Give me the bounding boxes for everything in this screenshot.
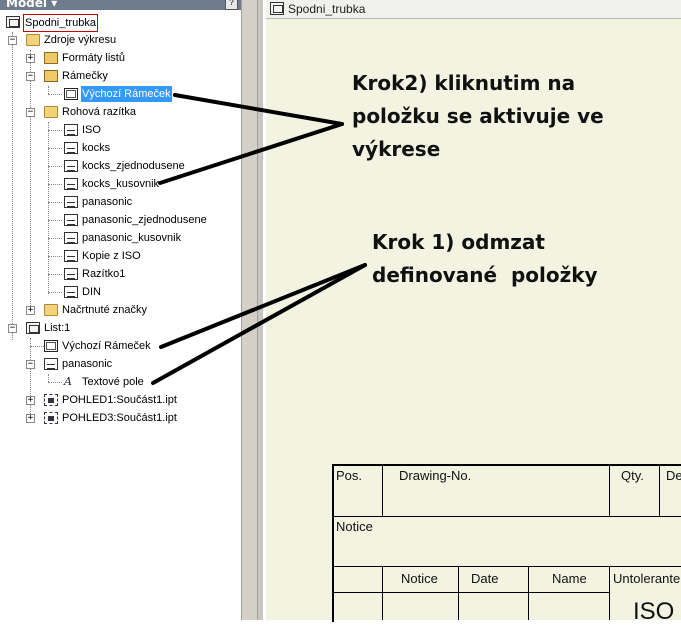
- tree-line: [48, 130, 62, 131]
- tree-root-label: Spodni_trubka: [23, 14, 98, 32]
- collapse-icon[interactable]: −: [26, 72, 35, 81]
- tree-line: [48, 292, 62, 293]
- window-border: [258, 0, 263, 620]
- title-block-line: [458, 566, 459, 620]
- pos-label: Pos.: [336, 468, 363, 483]
- name-column-label: Name: [552, 571, 587, 586]
- title-block-line: [332, 592, 610, 593]
- tree-line: [48, 238, 62, 239]
- drawing-no-label: Drawing-No.: [399, 468, 472, 483]
- title-block-line: [332, 516, 681, 517]
- tree-line: [30, 338, 31, 420]
- step1-annotation: Krok 1) odmzat definované položky: [372, 226, 598, 292]
- folder-icon: [44, 52, 58, 64]
- sheet-icon: [26, 322, 40, 334]
- title-block-line: [332, 566, 681, 567]
- title-block-icon: [64, 286, 78, 298]
- title-block-icon: [64, 214, 78, 226]
- collapse-icon[interactable]: −: [8, 36, 17, 45]
- notice-label: Notice: [336, 519, 373, 534]
- expand-icon[interactable]: +: [26, 306, 35, 315]
- panel-splitter[interactable]: [241, 0, 258, 620]
- document-title: Spodni_trubka: [288, 2, 366, 16]
- step2-annotation: Krok2) kliknutim na položku se aktivuje …: [352, 67, 604, 166]
- qty-label: Qty.: [621, 468, 644, 483]
- collapse-icon[interactable]: −: [8, 324, 17, 333]
- title-block-line: [528, 566, 529, 620]
- step2-line: položku se aktivuje ve: [352, 104, 604, 128]
- drawing-view-icon: [44, 412, 58, 424]
- expand-icon[interactable]: +: [26, 54, 35, 63]
- notice-column-label: Notice: [401, 571, 438, 586]
- expand-icon[interactable]: +: [26, 396, 35, 405]
- tree-line: [48, 148, 62, 149]
- title-block-icon: [64, 142, 78, 154]
- collapse-icon[interactable]: −: [26, 108, 35, 117]
- tree-line: [48, 220, 62, 221]
- collapse-icon[interactable]: −: [26, 360, 35, 369]
- model-dropdown[interactable]: Model ▾: [6, 0, 57, 10]
- expand-icon[interactable]: +: [26, 414, 35, 423]
- folder-icon: [26, 34, 40, 46]
- text-field-icon: A: [64, 375, 72, 388]
- title-block-icon: [44, 358, 58, 370]
- title-block-frame: [332, 464, 681, 622]
- tree-line: [48, 94, 62, 95]
- title-block-line: [609, 464, 610, 516]
- drawing-icon: [6, 16, 20, 28]
- title-block-line: [382, 464, 383, 516]
- description-label: De: [666, 468, 681, 483]
- title-block-line: [382, 566, 383, 620]
- date-column-label: Date: [471, 571, 499, 586]
- tree-line: [30, 346, 44, 347]
- tree-line: [12, 32, 13, 340]
- model-browser-tree: Spodni_trubka − Zdroje výkresu + Formáty…: [0, 10, 241, 620]
- title-block-icon: [64, 160, 78, 172]
- tree-line: [48, 256, 62, 257]
- iso-label: ISO: [633, 598, 675, 625]
- border-icon: [44, 340, 58, 352]
- title-block-icon: [64, 196, 78, 208]
- tree-line: [48, 86, 49, 94]
- title-block-line: [609, 566, 610, 620]
- title-block-icon: [64, 250, 78, 262]
- tree-line: [48, 374, 49, 382]
- tree-line: [48, 202, 62, 203]
- folder-icon: [44, 304, 58, 316]
- step1-line: definované položky: [372, 263, 598, 287]
- help-icon[interactable]: ?: [225, 0, 238, 10]
- title-block-line: [659, 464, 660, 516]
- title-block-icon: [64, 232, 78, 244]
- step2-line: Krok2) kliknutim na: [352, 71, 576, 95]
- drawing-view-icon: [44, 394, 58, 406]
- untolerated-label: Untolerante: [613, 571, 681, 586]
- title-block-icon: [64, 178, 78, 190]
- browser-header: Model ▾ ?: [0, 0, 242, 10]
- tree-line: [48, 274, 62, 275]
- step1-line: Krok 1) odmzat: [372, 230, 545, 254]
- folder-icon: [44, 70, 58, 82]
- drawing-icon: [270, 2, 284, 15]
- folder-icon: [44, 106, 58, 118]
- tree-line: [30, 50, 31, 310]
- tree-line: [48, 166, 62, 167]
- tree-line: [48, 382, 62, 383]
- tree-line: [48, 184, 62, 185]
- title-block-icon: [64, 124, 78, 136]
- border-icon: [64, 88, 78, 100]
- title-block-icon: [64, 268, 78, 280]
- step2-line: výkrese: [352, 137, 441, 161]
